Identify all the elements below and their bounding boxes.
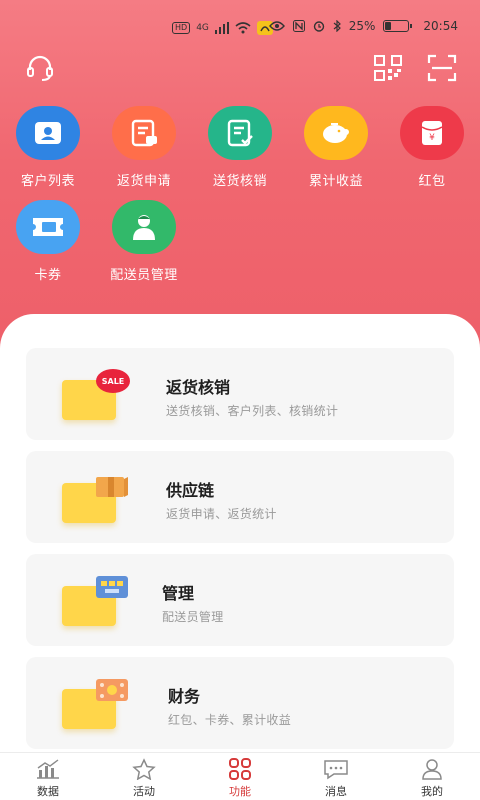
tab-label: 功能 bbox=[229, 785, 251, 798]
quick-action-label: 客户列表 bbox=[20, 174, 75, 189]
card-title: 财务 bbox=[168, 687, 201, 706]
card-subtitle: 配送员管理 bbox=[162, 610, 224, 624]
tab-label: 我的 bbox=[421, 785, 443, 798]
card-subtitle: 红包、卡券、累计收益 bbox=[168, 713, 292, 727]
battery-percent: 25% bbox=[348, 19, 376, 33]
wifi-icon bbox=[235, 22, 251, 34]
tab-label: 活动 bbox=[133, 785, 155, 798]
chart-icon bbox=[0, 757, 96, 781]
card-subtitle: 送货核销、客户列表、核销统计 bbox=[166, 404, 339, 418]
quick-action-label: 送货核销 bbox=[212, 174, 267, 189]
coupon-icon bbox=[16, 200, 80, 254]
header-background: HD 4G 25% 20:54 客户列表 返货申请 送货核销 累计收益 ¥ 红包… bbox=[0, 0, 480, 360]
quick-action-delivery-check[interactable]: 送货核销 bbox=[192, 106, 288, 189]
quick-action-label: 累计收益 bbox=[308, 174, 363, 189]
function-panel: SALE 返货核销 送货核销、客户列表、核销统计 供应链 返货申请、返货统计 管… bbox=[0, 314, 480, 800]
tab-messages[interactable]: 消息 bbox=[288, 757, 384, 799]
card-title: 供应链 bbox=[166, 481, 215, 500]
tab-profile[interactable]: 我的 bbox=[384, 757, 480, 799]
profile-icon bbox=[384, 757, 480, 781]
tab-activity[interactable]: 活动 bbox=[96, 757, 192, 799]
clock: 20:54 bbox=[423, 19, 458, 33]
chat-icon bbox=[288, 757, 384, 781]
network-label: 4G bbox=[196, 23, 209, 33]
quick-action-coupons[interactable]: 卡券 bbox=[0, 200, 96, 283]
management-board-icon bbox=[62, 576, 138, 632]
sale-folder-icon: SALE bbox=[62, 369, 138, 426]
scan-icon[interactable] bbox=[426, 52, 458, 84]
tab-data[interactable]: 数据 bbox=[0, 757, 96, 799]
svg-text:¥: ¥ bbox=[429, 133, 435, 143]
return-doc-icon bbox=[112, 106, 176, 160]
card-return-verify[interactable]: SALE 返货核销 送货核销、客户列表、核销统计 bbox=[26, 348, 454, 440]
customer-card-icon bbox=[16, 106, 80, 160]
finance-chart-icon bbox=[62, 679, 138, 735]
bluetooth-icon bbox=[333, 20, 341, 32]
quick-action-total-earnings[interactable]: 累计收益 bbox=[288, 106, 384, 189]
alarm-icon bbox=[313, 21, 324, 32]
quick-action-label: 返货申请 bbox=[116, 174, 171, 189]
card-subtitle: 返货申请、返货统计 bbox=[166, 507, 277, 521]
quick-action-label: 红包 bbox=[418, 174, 446, 189]
piggy-bank-icon bbox=[304, 106, 368, 160]
tab-functions[interactable]: 功能 bbox=[192, 757, 288, 799]
quick-action-red-envelope[interactable]: ¥ 红包 bbox=[384, 106, 480, 189]
battery-icon bbox=[383, 20, 413, 32]
red-envelope-icon: ¥ bbox=[400, 106, 464, 160]
bottom-tab-bar: 数据 活动 功能 消息 我的 bbox=[0, 752, 480, 800]
quick-action-label: 卡券 bbox=[34, 268, 62, 283]
star-icon bbox=[96, 757, 192, 781]
headset-icon[interactable] bbox=[24, 52, 56, 84]
nfc-icon bbox=[292, 20, 305, 32]
supply-box-icon bbox=[62, 473, 138, 529]
card-management[interactable]: 管理 配送员管理 bbox=[26, 554, 454, 646]
tab-label: 消息 bbox=[325, 785, 347, 798]
card-supply-chain[interactable]: 供应链 返货申请、返货统计 bbox=[26, 451, 454, 543]
qr-code-icon[interactable] bbox=[372, 52, 404, 84]
quick-action-courier-manage[interactable]: 配送员管理 bbox=[96, 200, 192, 283]
tab-label: 数据 bbox=[37, 785, 59, 798]
quick-action-label: 配送员管理 bbox=[110, 268, 178, 283]
sale-badge-text: SALE bbox=[102, 377, 125, 386]
hd-badge: HD bbox=[172, 22, 191, 34]
quick-action-customer-list[interactable]: 客户列表 bbox=[0, 106, 96, 189]
delivery-check-icon bbox=[208, 106, 272, 160]
signal-icon bbox=[214, 22, 229, 34]
quick-action-return-apply[interactable]: 返货申请 bbox=[96, 106, 192, 189]
card-title: 返货核销 bbox=[166, 378, 231, 397]
status-bar: HD 4G 25% 20:54 bbox=[0, 14, 480, 42]
courier-icon bbox=[112, 200, 176, 254]
grid-icon bbox=[192, 757, 288, 781]
card-finance[interactable]: 财务 红包、卡券、累计收益 bbox=[26, 657, 454, 749]
card-title: 管理 bbox=[162, 584, 195, 603]
eye-icon bbox=[268, 21, 285, 31]
